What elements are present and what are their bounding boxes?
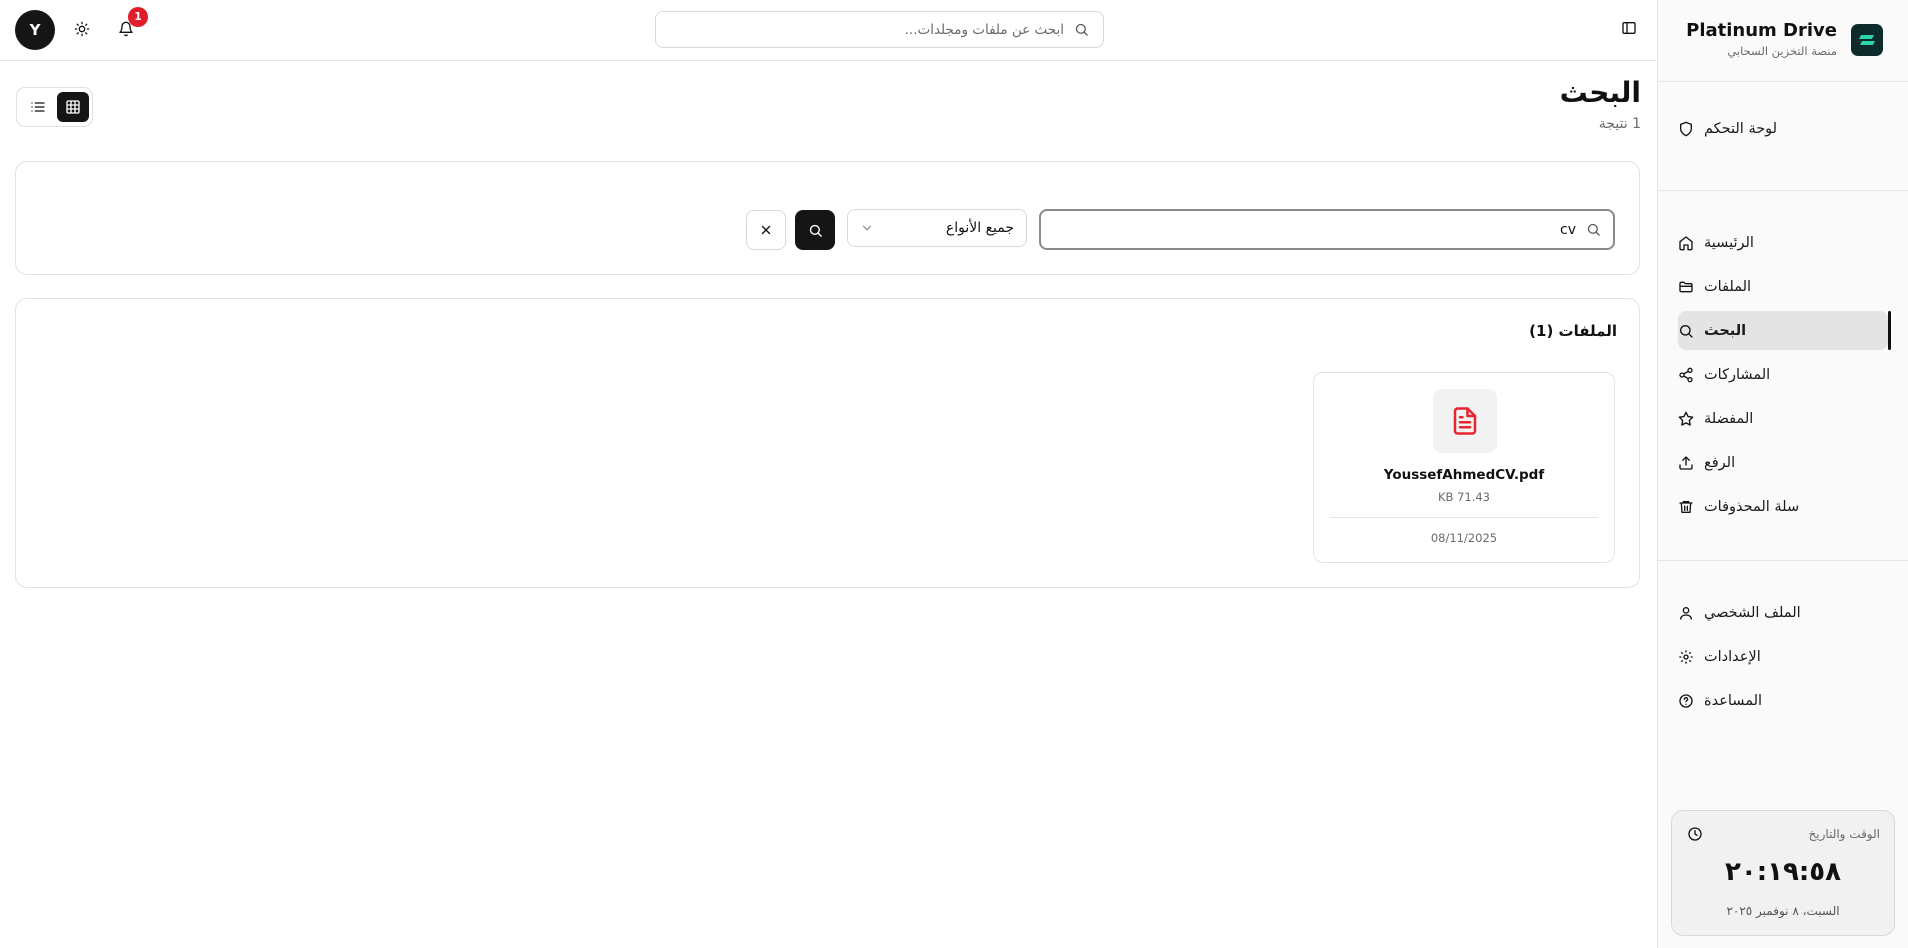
pdf-file-icon xyxy=(1450,406,1480,436)
upload-icon xyxy=(1678,455,1694,471)
sidebar-item-label: المشاركات xyxy=(1704,366,1771,383)
sidebar-item-shares[interactable]: المشاركات xyxy=(1678,355,1888,394)
sidebar-item-profile[interactable]: الملف الشخصي xyxy=(1678,593,1888,632)
list-icon xyxy=(30,99,46,115)
sidebar-item-label: الإعدادات xyxy=(1704,648,1761,665)
sidebar-item-label: لوحة التحكم xyxy=(1704,120,1778,137)
notification-badge: 1 xyxy=(128,7,148,27)
sidebar-item-trash[interactable]: سلة المحذوفات xyxy=(1678,487,1888,526)
sidebar-item-label: الرئيسية xyxy=(1704,234,1754,251)
file-date: 08/11/2025 xyxy=(1430,531,1498,545)
gear-icon xyxy=(1678,649,1694,665)
sidebar-item-label: سلة المحذوفات xyxy=(1704,498,1800,515)
file-type-select[interactable]: جميع الأنواع xyxy=(847,209,1027,247)
sidebar-item-label: الملفات xyxy=(1704,278,1752,295)
divider xyxy=(1658,190,1908,191)
clear-search-button[interactable] xyxy=(746,210,786,250)
search-button[interactable] xyxy=(795,210,835,250)
grid-view-button[interactable] xyxy=(57,92,89,122)
close-icon xyxy=(759,223,773,237)
view-toggle xyxy=(16,87,93,127)
theme-toggle-button[interactable] xyxy=(72,19,92,39)
grid-icon xyxy=(65,99,81,115)
brand-header: Platinum Drive منصة التخزين السحابي xyxy=(1658,0,1908,82)
avatar[interactable]: Y xyxy=(15,10,55,50)
query-field[interactable] xyxy=(1039,209,1615,250)
sidebar-toggle-button[interactable] xyxy=(1621,20,1637,36)
star-icon xyxy=(1678,411,1694,427)
user-icon xyxy=(1678,605,1694,621)
sidebar-item-label: المفضلة xyxy=(1704,410,1754,427)
clock-icon xyxy=(1687,826,1703,842)
sidebar-item-settings[interactable]: الإعدادات xyxy=(1678,637,1888,676)
help-icon xyxy=(1678,693,1694,709)
search-icon xyxy=(1074,22,1089,37)
sidebar-item-label: البحث xyxy=(1704,322,1747,339)
file-card[interactable]: YoussefAhmedCV.pdf KB 71.43 08/11/2025 xyxy=(1313,372,1615,563)
search-icon xyxy=(808,223,823,238)
sidebar-item-search[interactable]: البحث xyxy=(1678,311,1891,350)
top-bar: Y 1 xyxy=(0,0,1657,61)
clock-date: السبت، ٨ نوفمبر ٢٠٢٥ xyxy=(1726,904,1840,918)
panel-icon xyxy=(1621,20,1637,36)
chevron-down-icon xyxy=(860,221,874,235)
trash-icon xyxy=(1678,499,1694,515)
divider xyxy=(1330,517,1598,518)
page-title: البحث xyxy=(1559,76,1641,109)
sun-icon xyxy=(74,21,90,37)
global-search-input[interactable] xyxy=(670,21,1064,38)
sidebar-item-dashboard[interactable]: لوحة التحكم xyxy=(1678,109,1888,148)
sidebar-item-favorites[interactable]: المفضلة xyxy=(1678,399,1888,438)
home-icon xyxy=(1678,235,1694,251)
file-name: YoussefAhmedCV.pdf xyxy=(1383,467,1545,483)
sidebar-item-upload[interactable]: الرفع xyxy=(1678,443,1888,482)
divider xyxy=(1658,560,1908,561)
sidebar-item-label: الملف الشخصي xyxy=(1704,604,1801,621)
brand-title: Platinum Drive xyxy=(1686,20,1837,41)
file-type-selected: جميع الأنواع xyxy=(945,220,1014,236)
sidebar-item-label: الرفع xyxy=(1704,454,1736,471)
sidebar: Platinum Drive منصة التخزين السحابي لوحة… xyxy=(1657,0,1908,948)
share-icon xyxy=(1678,367,1694,383)
clock-label: الوقت والتاريخ xyxy=(1808,827,1880,841)
folder-icon xyxy=(1678,279,1694,295)
query-input[interactable] xyxy=(1053,221,1576,238)
files-section-title: الملفات (1) xyxy=(1529,322,1617,340)
search-icon xyxy=(1678,323,1694,339)
sidebar-item-home[interactable]: الرئيسية xyxy=(1678,223,1888,262)
brand-subtitle: منصة التخزين السحابي xyxy=(1727,44,1837,58)
file-thumbnail xyxy=(1433,389,1497,453)
shield-icon xyxy=(1678,121,1694,137)
clock-card: الوقت والتاريخ ٢٠:١٩:٥٨ السبت، ٨ نوفمبر … xyxy=(1671,810,1895,936)
global-search[interactable] xyxy=(655,11,1104,48)
sidebar-item-help[interactable]: المساعدة xyxy=(1678,681,1888,720)
sidebar-item-label: المساعدة xyxy=(1704,692,1763,709)
brand-logo[interactable] xyxy=(1851,24,1883,56)
sidebar-item-files[interactable]: الملفات xyxy=(1678,267,1888,306)
results-count: 1 نتيجة xyxy=(1598,116,1641,132)
search-icon xyxy=(1586,222,1601,237)
file-size: KB 71.43 xyxy=(1437,490,1490,504)
clock-time: ٢٠:١٩:٥٨ xyxy=(1724,857,1841,887)
list-view-button[interactable] xyxy=(22,92,54,122)
